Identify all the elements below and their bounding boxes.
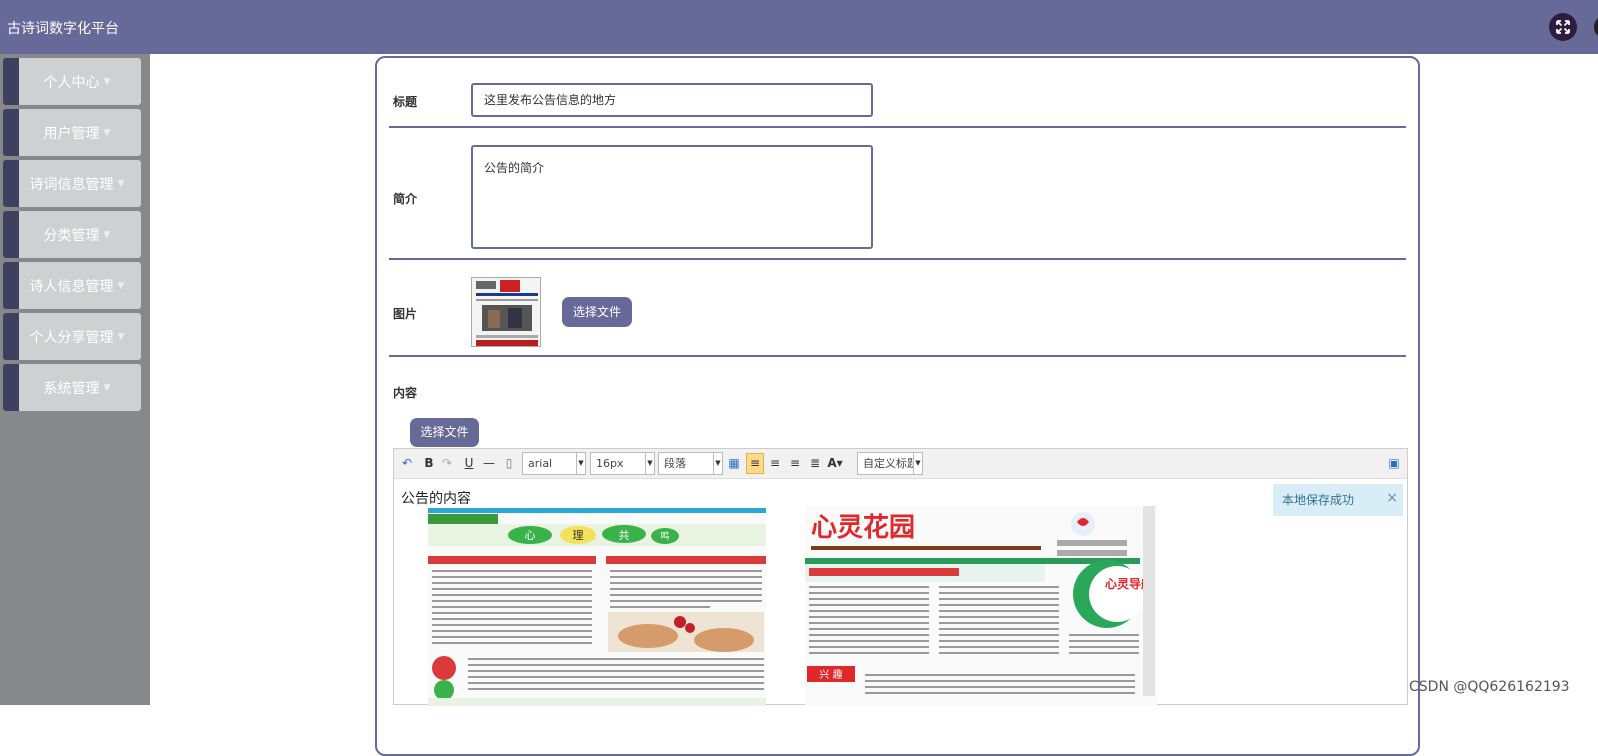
- app-title: 古诗词数字化平台: [7, 21, 119, 37]
- divider: [389, 126, 1406, 128]
- caret-down-icon: ▼: [117, 178, 125, 189]
- align-left-icon[interactable]: ≡: [746, 453, 764, 474]
- intro-textarea[interactable]: 公告的简介: [471, 145, 873, 249]
- custom-title-select[interactable]: 自定义标题 ▼: [857, 452, 923, 475]
- image-label: 图片: [393, 307, 418, 321]
- caret-down-icon: ▼: [103, 76, 111, 87]
- sidebar-item-poet-info[interactable]: 诗人信息管理 ▼: [3, 262, 141, 309]
- left-title-char-2: 理: [573, 529, 584, 542]
- left-title-char-3: 共: [619, 529, 630, 542]
- editor-toolbar: ↶ B ↷ U — ▯ arial ▼ 16px ▼ 段落 ▼ ▦ ≡ ≡ ≡ ≣ A…: [394, 449, 1407, 479]
- sidebar-item-personal-share[interactable]: 个人分享管理 ▼: [3, 313, 141, 360]
- horizontal-rule-icon[interactable]: —: [481, 455, 497, 471]
- divider: [389, 355, 1406, 357]
- caret-down-icon: ▼: [103, 229, 111, 240]
- sidebar-item-user-management[interactable]: 用户管理 ▼: [3, 109, 141, 156]
- caret-down-icon: ▼: [117, 280, 125, 291]
- redo-icon[interactable]: ↷: [439, 455, 455, 471]
- font-size-select[interactable]: 16px ▼: [590, 452, 655, 475]
- caret-down-icon: ▼: [645, 453, 654, 474]
- newspaper-image-right: 心灵花园 心灵导航 兴 趣: [805, 506, 1157, 706]
- fullscreen-icon[interactable]: ▣: [1386, 455, 1402, 471]
- sidebar-item-system[interactable]: 系统管理 ▼: [3, 364, 141, 411]
- save-success-notice: 本地保存成功 ×: [1273, 484, 1403, 516]
- sidebar-item-poem-info[interactable]: 诗词信息管理 ▼: [3, 160, 141, 207]
- intro-label: 简介: [393, 192, 418, 206]
- align-center-icon[interactable]: ≡: [787, 455, 803, 471]
- user-avatar[interactable]: [1594, 18, 1598, 36]
- caret-down-icon: ▼: [103, 382, 111, 393]
- sidebar-item-label: 诗词信息管理: [29, 176, 114, 193]
- content-choose-file-button[interactable]: 选择文件: [410, 418, 479, 447]
- custom-title-value: 自定义标题: [863, 457, 913, 470]
- sidebar-item-label: 系统管理: [43, 380, 100, 397]
- caret-down-icon: ▼: [576, 453, 585, 474]
- sidebar-item-label: 分类管理: [43, 227, 100, 244]
- watermark: CSDN @QQ626162193: [1409, 679, 1570, 695]
- sidebar-item-category[interactable]: 分类管理 ▼: [3, 211, 141, 258]
- fullscreen-button[interactable]: [1549, 13, 1577, 41]
- close-icon[interactable]: ×: [1386, 482, 1398, 514]
- title-input[interactable]: 这里发布公告信息的地方: [471, 83, 873, 117]
- right-section-text: 兴 趣: [819, 668, 842, 681]
- editor-content-text[interactable]: 公告的内容: [401, 488, 471, 508]
- newspaper-image-left: 心 理 共 鸣: [428, 508, 766, 706]
- notice-text: 本地保存成功: [1282, 493, 1355, 507]
- image-thumbnail: [471, 277, 541, 347]
- title-label: 标题: [393, 95, 418, 109]
- font-family-select[interactable]: arial ▼: [522, 452, 586, 475]
- undo-icon[interactable]: ↶: [399, 455, 415, 471]
- expand-arrows-icon: [1556, 20, 1570, 34]
- page-icon[interactable]: ▯: [501, 455, 517, 471]
- caret-down-icon: ▼: [103, 127, 111, 138]
- sidebar-item-personal-center[interactable]: 个人中心 ▼: [3, 58, 141, 105]
- caret-down-icon: ▼: [117, 331, 125, 342]
- underline-icon[interactable]: U: [461, 455, 477, 471]
- font-color-icon[interactable]: A▾: [827, 455, 843, 471]
- align-right-icon[interactable]: ≡: [767, 455, 783, 471]
- caret-down-icon: ▼: [913, 453, 922, 474]
- table-icon[interactable]: ▦: [726, 455, 742, 471]
- align-justify-icon[interactable]: ≣: [807, 455, 823, 471]
- sidebar-item-label: 个人中心: [43, 74, 100, 91]
- sidebar-item-label: 个人分享管理: [29, 329, 114, 346]
- content-label: 内容: [393, 386, 418, 400]
- divider: [389, 258, 1406, 260]
- left-title-char-1: 心: [525, 529, 536, 542]
- right-title-text: 心灵花园: [811, 513, 915, 543]
- caret-down-icon: ▼: [713, 453, 722, 474]
- paragraph-select[interactable]: 段落 ▼: [658, 452, 723, 475]
- top-bar: 古诗词数字化平台: [0, 0, 1598, 54]
- sidebar-item-label: 诗人信息管理: [29, 278, 114, 295]
- rich-text-editor: ↶ B ↷ U — ▯ arial ▼ 16px ▼ 段落 ▼ ▦ ≡ ≡ ≡ ≣ A…: [393, 448, 1408, 706]
- sidebar-item-label: 用户管理: [43, 125, 100, 142]
- font-size-value: 16px: [596, 457, 624, 470]
- paragraph-value: 段落: [664, 457, 686, 470]
- image-choose-file-button[interactable]: 选择文件: [562, 297, 632, 327]
- sidebar: 个人中心 ▼ 用户管理 ▼ 诗词信息管理 ▼ 分类管理 ▼ 诗人信息管理 ▼ 个人分享管理…: [0, 54, 150, 705]
- font-family-value: arial: [528, 457, 553, 470]
- left-title-char-4: 鸣: [660, 530, 669, 542]
- newspaper-thumbnail-icon: [472, 278, 540, 346]
- bold-icon[interactable]: B: [421, 455, 437, 471]
